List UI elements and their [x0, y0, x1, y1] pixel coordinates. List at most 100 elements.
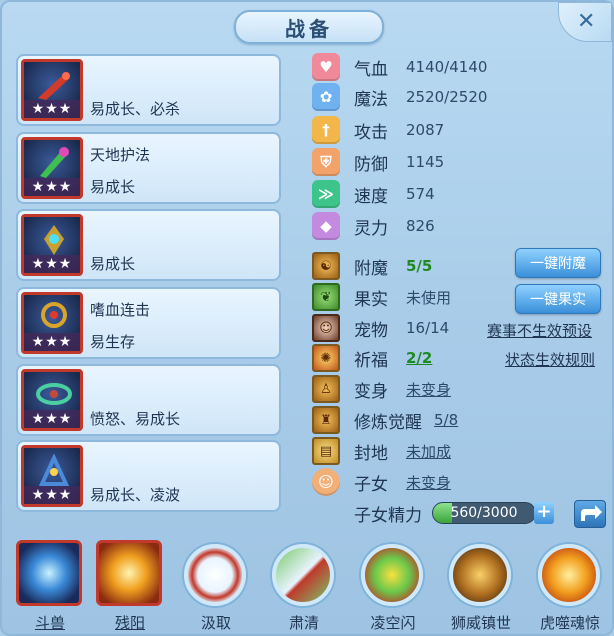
transform-icon: ♙ — [312, 375, 340, 403]
stat-value: 2087 — [406, 121, 445, 139]
skill-label: 凌空闪 — [370, 614, 416, 632]
child-energy-bar: 560/3000 — [432, 502, 536, 524]
stat-value: 574 — [406, 185, 435, 203]
skill-icon — [184, 544, 246, 606]
equip-tags: 愤怒、易成长 — [90, 410, 181, 428]
stat-label: 修炼觉醒 — [354, 412, 422, 433]
skill-icon — [361, 544, 423, 606]
stat-label: 攻击 — [354, 122, 388, 143]
equip-tags: 易成长 — [90, 255, 136, 273]
stat-value: 5/5 — [406, 257, 433, 275]
equip-slot-5[interactable]: ★★★ 愤怒、易成长 — [16, 364, 281, 436]
child-icon: ☺ — [312, 468, 340, 496]
skill-dou-shou[interactable]: 斗兽 — [10, 536, 90, 636]
stat-value[interactable]: 5/8 — [434, 411, 458, 429]
equip-icon-1: ★★★ — [21, 59, 83, 121]
equip-name: 天地护法 — [90, 146, 151, 164]
stat-row-mp: ✿ 魔法 2520/2520 — [312, 83, 487, 111]
skill-label: 虎噬魂惊 — [539, 614, 600, 632]
battle-prep-panel: 战备 ✕ ★★★ 易成长、必杀 ★★★ 天地护法 易成长 ★★★ 易成长 ★★★… — [0, 0, 614, 636]
title-tab: 战备 — [234, 10, 384, 44]
star-rating: ★★★ — [24, 255, 80, 273]
stat-value[interactable]: 未变身 — [406, 472, 451, 493]
equip-slot-4[interactable]: ★★★ 嗜血连击 易生存 — [16, 287, 281, 359]
spirit-icon: ◆ — [312, 212, 340, 240]
skill-label: 汲取 — [200, 614, 231, 632]
fief-icon: ▤ — [312, 437, 340, 465]
cultivation-icon: ♜ — [312, 406, 340, 434]
star-rating: ★★★ — [24, 333, 80, 351]
pet-avatar-icon: ☺ — [312, 314, 340, 342]
skill-hu-shi-hun-jing[interactable]: 虎噬魂惊 — [530, 536, 610, 636]
shield-icon: ⛨ — [312, 148, 340, 176]
stat-value[interactable]: 2/2 — [406, 349, 432, 367]
equip-tags: 易成长、凌波 — [90, 486, 181, 504]
equip-tags: 易生存 — [90, 333, 136, 351]
stat-value[interactable]: 未加成 — [406, 441, 451, 462]
stat-label: 子女 — [354, 474, 388, 495]
fief-row: ▤ 封地 未加成 — [312, 437, 451, 465]
equip-icon-5: ★★★ — [21, 369, 83, 431]
equip-slot-3[interactable]: ★★★ 易成长 — [16, 209, 281, 281]
stat-label: 果实 — [354, 289, 388, 310]
blessing-row: ✺ 祈福 2/2 — [312, 344, 432, 372]
skill-can-yang[interactable]: 残阳 — [90, 536, 170, 636]
skill-label: 肃清 — [288, 614, 319, 632]
skill-label: 狮威镇世 — [450, 614, 511, 632]
heart-icon: ♥ — [312, 53, 340, 81]
fruit-row: ❦ 果实 未使用 — [312, 283, 451, 311]
stat-value[interactable]: 未变身 — [406, 379, 451, 400]
skill-su-qing[interactable]: 肃清 — [264, 536, 344, 636]
child-energy-label: 子女精力 — [354, 506, 422, 526]
equip-tags: 易成长 — [90, 178, 136, 196]
skill-icon — [16, 540, 82, 606]
event-preset-link[interactable]: 赛事不生效预设 — [487, 320, 592, 341]
skill-icon — [272, 544, 334, 606]
stat-label: 宠物 — [354, 320, 388, 341]
share-icon — [581, 505, 602, 521]
enchant-row: ☯ 附魔 5/5 — [312, 252, 432, 280]
close-icon: ✕ — [577, 9, 596, 34]
stat-label: 祈福 — [354, 350, 388, 371]
stat-label: 气血 — [354, 59, 388, 80]
energy-value: 560/3000 — [450, 505, 518, 521]
star-rating: ★★★ — [24, 486, 80, 504]
stat-value: 未使用 — [406, 288, 452, 307]
star-rating: ★★★ — [24, 100, 80, 118]
skill-icon — [538, 544, 600, 606]
one-click-enchant-button[interactable]: 一键附魔 — [515, 248, 601, 278]
equip-slot-1[interactable]: ★★★ 易成长、必杀 — [16, 54, 281, 126]
stat-label: 附魔 — [354, 258, 388, 279]
stat-value: 2520/2520 — [406, 88, 488, 106]
equip-slot-2[interactable]: ★★★ 天地护法 易成长 — [16, 132, 281, 204]
close-button[interactable]: ✕ — [558, 2, 612, 42]
skill-shi-wei-zhen-shi[interactable]: 狮威镇世 — [441, 536, 521, 636]
skill-ling-kong-shan[interactable]: 凌空闪 — [353, 536, 433, 636]
skill-label: 残阳 — [114, 614, 145, 632]
one-click-fruit-button[interactable]: 一键果实 — [515, 284, 601, 314]
stat-label: 魔法 — [354, 89, 388, 110]
stat-label: 防御 — [354, 154, 388, 175]
equip-tags: 易成长、必杀 — [90, 100, 181, 118]
stat-row-attack: † 攻击 2087 — [312, 116, 444, 144]
equip-icon-3: ★★★ — [21, 214, 83, 276]
equip-icon-6: ★★★ — [21, 445, 83, 507]
sword-icon: † — [312, 116, 340, 144]
stat-row-hp: ♥ 气血 4140/4140 — [312, 53, 487, 81]
star-rating: ★★★ — [24, 178, 80, 196]
share-button[interactable] — [574, 500, 606, 528]
child-row: ☺ 子女 未变身 — [312, 468, 451, 496]
enchant-icon: ☯ — [312, 252, 340, 280]
transform-row: ♙ 变身 未变身 — [312, 375, 451, 403]
stat-label: 封地 — [354, 443, 388, 464]
stat-value: 16/14 — [406, 319, 450, 337]
stat-label: 变身 — [354, 381, 388, 402]
skill-icon — [96, 540, 162, 606]
flower-icon: ✿ — [312, 83, 340, 111]
equip-slot-6[interactable]: ★★★ 易成长、凌波 — [16, 440, 281, 512]
status-rules-link[interactable]: 状态生效规则 — [505, 349, 595, 370]
skill-ji-qu[interactable]: 汲取 — [176, 536, 256, 636]
add-energy-button[interactable]: + — [534, 502, 554, 524]
equip-name: 嗜血连击 — [90, 301, 151, 319]
fruit-icon: ❦ — [312, 283, 340, 311]
